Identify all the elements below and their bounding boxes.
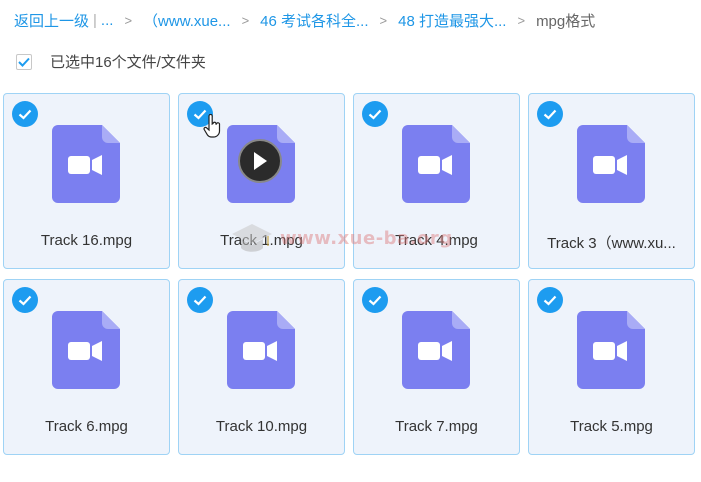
file-card[interactable]: Track 4.mpg	[353, 93, 520, 269]
selected-check-icon[interactable]	[537, 287, 563, 313]
selected-check-icon[interactable]	[362, 101, 388, 127]
back-link[interactable]: 返回上一级	[14, 10, 89, 31]
video-file-icon	[52, 311, 120, 389]
selection-bar: 已选中16个文件/文件夹	[16, 51, 206, 72]
file-card[interactable]: Track 5.mpg	[528, 279, 695, 455]
selection-count-label: 已选中16个文件/文件夹	[50, 54, 206, 71]
video-file-icon	[227, 311, 295, 389]
hand-cursor-icon	[203, 114, 221, 138]
file-card[interactable]: Track 3（www.xu...	[528, 93, 695, 269]
file-name[interactable]: Track 4.mpg	[364, 232, 509, 249]
play-button[interactable]	[238, 139, 282, 183]
video-file-icon	[577, 311, 645, 389]
file-card[interactable]: Track 1.mpg	[178, 93, 345, 269]
breadcrumb-separator: >	[379, 12, 388, 28]
checkmark-icon	[18, 57, 30, 67]
file-name[interactable]: Track 5.mpg	[539, 418, 684, 435]
breadcrumb-ellipsis[interactable]: ...	[101, 12, 114, 29]
play-icon	[254, 152, 267, 170]
breadcrumb-separator: >	[241, 12, 250, 28]
breadcrumb-current: mpg格式	[536, 12, 596, 30]
selected-check-icon[interactable]	[537, 101, 563, 127]
file-name[interactable]: Track 7.mpg	[364, 418, 509, 435]
file-name[interactable]: Track 1.mpg	[189, 232, 334, 249]
breadcrumb: 返回上一级 | ... > （www.xue... > 46 考试各科全... …	[14, 8, 595, 32]
file-card[interactable]: Track 10.mpg	[178, 279, 345, 455]
breadcrumb-item[interactable]: （www.xue...	[143, 10, 231, 31]
breadcrumb-item[interactable]: 46 考试各科全...	[260, 10, 368, 31]
breadcrumb-item[interactable]: 48 打造最强大...	[398, 10, 506, 31]
file-card[interactable]: Track 16.mpg	[3, 93, 170, 269]
file-name[interactable]: Track 3（www.xu...	[539, 232, 684, 253]
video-file-icon	[577, 125, 645, 203]
video-file-icon	[52, 125, 120, 203]
breadcrumb-divider: |	[93, 11, 97, 29]
file-card[interactable]: Track 7.mpg	[353, 279, 520, 455]
file-name[interactable]: Track 10.mpg	[189, 418, 334, 435]
select-all-checkbox[interactable]	[16, 53, 32, 70]
selected-check-icon[interactable]	[187, 287, 213, 313]
file-name[interactable]: Track 16.mpg	[14, 232, 159, 249]
breadcrumb-separator: >	[517, 12, 526, 28]
breadcrumb-separator: >	[124, 12, 133, 28]
selected-check-icon[interactable]	[362, 287, 388, 313]
video-file-icon	[402, 311, 470, 389]
file-name[interactable]: Track 6.mpg	[14, 418, 159, 435]
file-card[interactable]: Track 6.mpg	[3, 279, 170, 455]
selected-check-icon[interactable]	[12, 101, 38, 127]
file-grid: Track 16.mpg Track 1.mpg Track 4.mpg Tra…	[3, 93, 696, 455]
selected-check-icon[interactable]	[12, 287, 38, 313]
video-file-icon	[402, 125, 470, 203]
